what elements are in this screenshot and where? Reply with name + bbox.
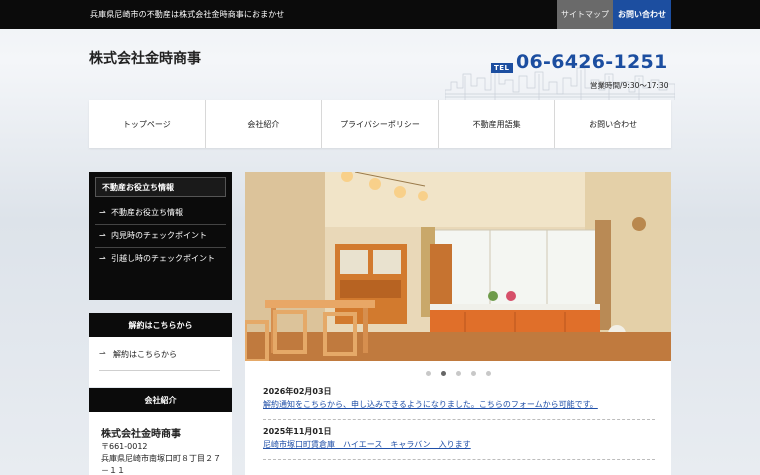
global-nav: トップページ 会社紹介 プライバシーポリシー 不動産用語集 お問い合わせ: [89, 100, 671, 148]
news-date: 2025年11月01日: [263, 427, 332, 436]
arrow-right-icon: ⇀: [99, 208, 106, 217]
company-name: 株式会社金時商事: [101, 429, 181, 440]
news-link[interactable]: 解約通知をこちらから、申し込みできるようになりました。こちらのフォームから可能で…: [263, 399, 655, 411]
news-list: 2026年02月03日 解約通知をこちらから、申し込みできるようになりました。こ…: [263, 386, 655, 466]
sidebar-item-label: 引越し時のチェックポイント: [111, 254, 215, 263]
nav-item-company[interactable]: 会社紹介: [206, 100, 323, 148]
phone-number[interactable]: 06-6426-1251: [516, 51, 668, 73]
slider-dot[interactable]: [470, 371, 476, 376]
sidebar-info-list: ⇀ 不動産お役立ち情報 ⇀ 内見時のチェックポイント ⇀ 引越し時のチェックポイ…: [95, 202, 226, 270]
site-header: 株式会社金時商事 TEL 06-6426-1251 営業時間/9:30〜17:3…: [0, 29, 760, 100]
tel-badge: TEL: [491, 63, 513, 73]
slider-dot[interactable]: [455, 371, 461, 376]
sitemap-link[interactable]: サイトマップ: [557, 0, 613, 29]
sidebar-cancel-title: 解約はこちらから: [89, 313, 232, 337]
company-zip: 〒661-0012: [101, 442, 148, 451]
sidebar-info-block: 不動産お役立ち情報 ⇀ 不動産お役立ち情報 ⇀ 内見時のチェックポイント ⇀ 引…: [89, 172, 232, 300]
hero-slide-image[interactable]: [245, 172, 671, 361]
slider-dot[interactable]: [425, 371, 431, 376]
sidebar-item-moving-checkpoints[interactable]: ⇀ 引越し時のチェックポイント: [95, 248, 226, 270]
company-address: 兵庫県尼崎市南塚口町８丁目２７－１１: [101, 454, 221, 475]
arrow-right-icon: ⇀: [99, 349, 106, 358]
sidebar-company-block: 株式会社金時商事 〒661-0012 兵庫県尼崎市南塚口町８丁目２７－１１: [89, 412, 232, 475]
contact-link[interactable]: お問い合わせ: [613, 0, 671, 29]
sidebar-item-label: 不動産お役立ち情報: [111, 208, 183, 217]
news-item: 2025年11月01日 尼崎市塚口町賃倉庫 ハイエース キャラバン 入ります: [263, 426, 655, 460]
sidebar-item-label: 解約はこちらから: [113, 350, 177, 359]
nav-item-top[interactable]: トップページ: [89, 100, 206, 148]
slider-dot-active[interactable]: [440, 371, 446, 376]
nav-item-glossary[interactable]: 不動産用語集: [439, 100, 556, 148]
top-bar: 兵庫県尼崎市の不動産は株式会社金時商事におまかせ サイトマップ お問い合わせ: [0, 0, 760, 29]
company-logo-title[interactable]: 株式会社金時商事: [89, 48, 201, 68]
sidebar-info-title: 不動産お役立ち情報: [95, 177, 226, 197]
news-link[interactable]: 尼崎市塚口町賃倉庫 ハイエース キャラバン 入ります: [263, 439, 655, 451]
slider-dot[interactable]: [485, 371, 491, 376]
site-tagline: 兵庫県尼崎市の不動産は株式会社金時商事におまかせ: [90, 10, 285, 19]
business-hours: 営業時間/9:30〜17:30: [590, 81, 669, 90]
nav-item-contact[interactable]: お問い合わせ: [555, 100, 671, 148]
nav-item-privacy[interactable]: プライバシーポリシー: [322, 100, 439, 148]
arrow-right-icon: ⇀: [99, 231, 106, 240]
sidebar-item-info[interactable]: ⇀ 不動産お役立ち情報: [95, 202, 226, 225]
arrow-right-icon: ⇀: [99, 254, 106, 263]
sidebar-item-label: 内見時のチェックポイント: [111, 231, 207, 240]
sidebar-item-cancel[interactable]: ⇀ 解約はこちらから: [99, 349, 220, 371]
sidebar-cancel-block: ⇀ 解約はこちらから: [89, 337, 232, 387]
slider-dots: [245, 371, 671, 376]
main-content: 2026年02月03日 解約通知をこちらから、申し込みできるようになりました。こ…: [245, 172, 671, 475]
news-date: 2026年02月03日: [263, 387, 332, 396]
sidebar-item-viewing-checkpoints[interactable]: ⇀ 内見時のチェックポイント: [95, 225, 226, 248]
news-item: 2026年02月03日 解約通知をこちらから、申し込みできるようになりました。こ…: [263, 386, 655, 420]
sidebar-company-title: 会社紹介: [89, 388, 232, 412]
